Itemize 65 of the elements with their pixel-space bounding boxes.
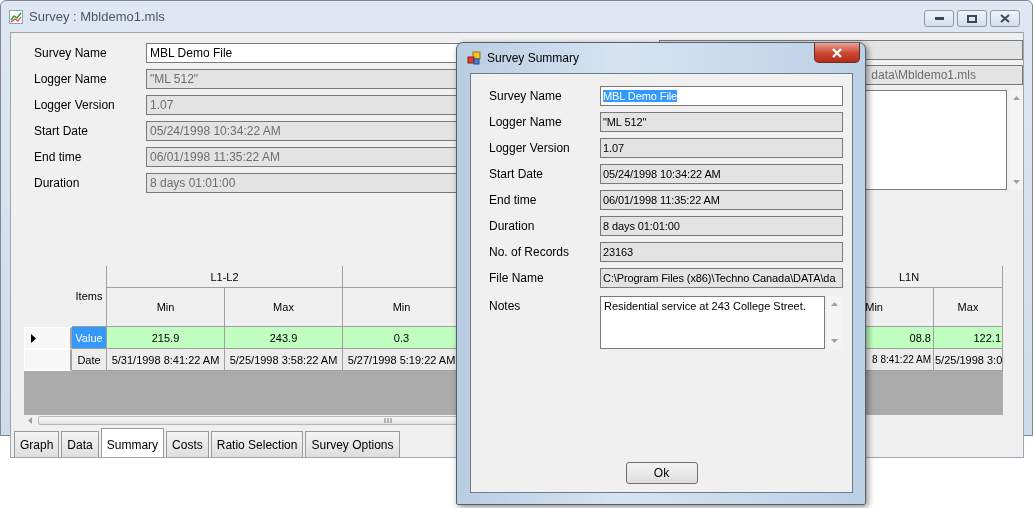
tab[interactable]: Ratio Selection <box>210 431 304 457</box>
field-label: Notes <box>489 298 522 313</box>
field-label: Logger Name <box>34 72 108 86</box>
scrollbar[interactable] <box>1009 90 1023 190</box>
column-group-header: L1-L2 <box>107 266 343 288</box>
minimize-icon <box>934 17 944 20</box>
squares-icon <box>467 51 481 65</box>
grip-icon <box>383 417 393 423</box>
column-header: Max <box>225 288 343 327</box>
field-label: File Name <box>489 271 545 285</box>
table-cell: 122.1 <box>934 327 1003 349</box>
maximize-button[interactable] <box>957 10 987 27</box>
scroll-left-icon[interactable] <box>28 416 32 424</box>
text-field[interactable]: 8 days 01:01:00 <box>600 216 843 236</box>
scroll-up-icon[interactable] <box>830 302 838 306</box>
row-header[interactable] <box>24 327 72 349</box>
field-label: Start Date <box>34 124 90 138</box>
field-label: Survey Name <box>34 46 108 60</box>
field-label: Duration <box>34 176 81 190</box>
field-label: Logger Version <box>489 141 571 155</box>
close-icon <box>1000 14 1010 23</box>
row-pointer-icon <box>31 333 36 343</box>
table-cell: 5/31/1998 8:41:22 AM <box>107 349 225 371</box>
table-cell: 5/25/1998 3:58:22 AM <box>225 349 343 371</box>
tab[interactable]: Costs <box>166 431 209 457</box>
column-header: Max <box>934 288 1003 327</box>
row-label: Date <box>72 349 107 371</box>
close-icon <box>831 47 843 58</box>
maximize-icon <box>967 14 977 23</box>
text-field[interactable]: 05/24/1998 10:34:22 AM <box>600 164 843 184</box>
table-cell: 215.9 <box>107 327 225 349</box>
column-header: Min <box>107 288 225 327</box>
tab[interactable]: Data <box>61 431 99 457</box>
text-field[interactable]: 06/01/1998 11:35:22 AM <box>600 190 843 210</box>
column-header: Items <box>72 266 107 327</box>
scrollbar[interactable] <box>827 296 841 349</box>
field-label: Survey Name <box>489 89 563 103</box>
field-label: Start Date <box>489 167 545 181</box>
scroll-down-icon[interactable] <box>1012 180 1020 184</box>
scroll-down-icon[interactable] <box>830 339 838 343</box>
ok-button[interactable]: Ok <box>625 462 698 484</box>
window-title: Survey : Mbldemo1.mls <box>29 9 165 24</box>
text-field[interactable]: 23163 <box>600 242 843 262</box>
dialog-title: Survey Summary <box>487 51 580 65</box>
close-button[interactable] <box>990 10 1020 27</box>
field-label: No. of Records <box>489 245 571 259</box>
tab[interactable]: Graph <box>14 431 60 457</box>
chart-icon <box>9 9 23 24</box>
field-label: Logger Version <box>34 98 116 112</box>
tab[interactable]: Survey Options <box>305 431 400 457</box>
notes-field[interactable]: Residential service at 243 College Street. <box>600 296 825 349</box>
text-field[interactable]: 1.07 <box>600 138 843 158</box>
field-label: Logger Name <box>489 115 563 129</box>
field-label: End time <box>489 193 538 207</box>
text-field[interactable]: C:\Program Files (x86)\Techno Canada\DATA\da <box>600 268 843 288</box>
field-label: Duration <box>489 219 536 233</box>
close-button[interactable] <box>814 43 860 63</box>
text-field[interactable]: "ML 512" <box>600 112 843 132</box>
tab[interactable]: Summary <box>100 428 165 457</box>
table-cell: 5/25/1998 3:0 <box>934 349 1003 371</box>
row-label: Value <box>72 327 107 349</box>
table-cell: 243.9 <box>225 327 343 349</box>
scroll-up-icon[interactable] <box>1012 96 1020 100</box>
field-label: End time <box>34 150 83 164</box>
minimize-button[interactable] <box>924 10 954 27</box>
